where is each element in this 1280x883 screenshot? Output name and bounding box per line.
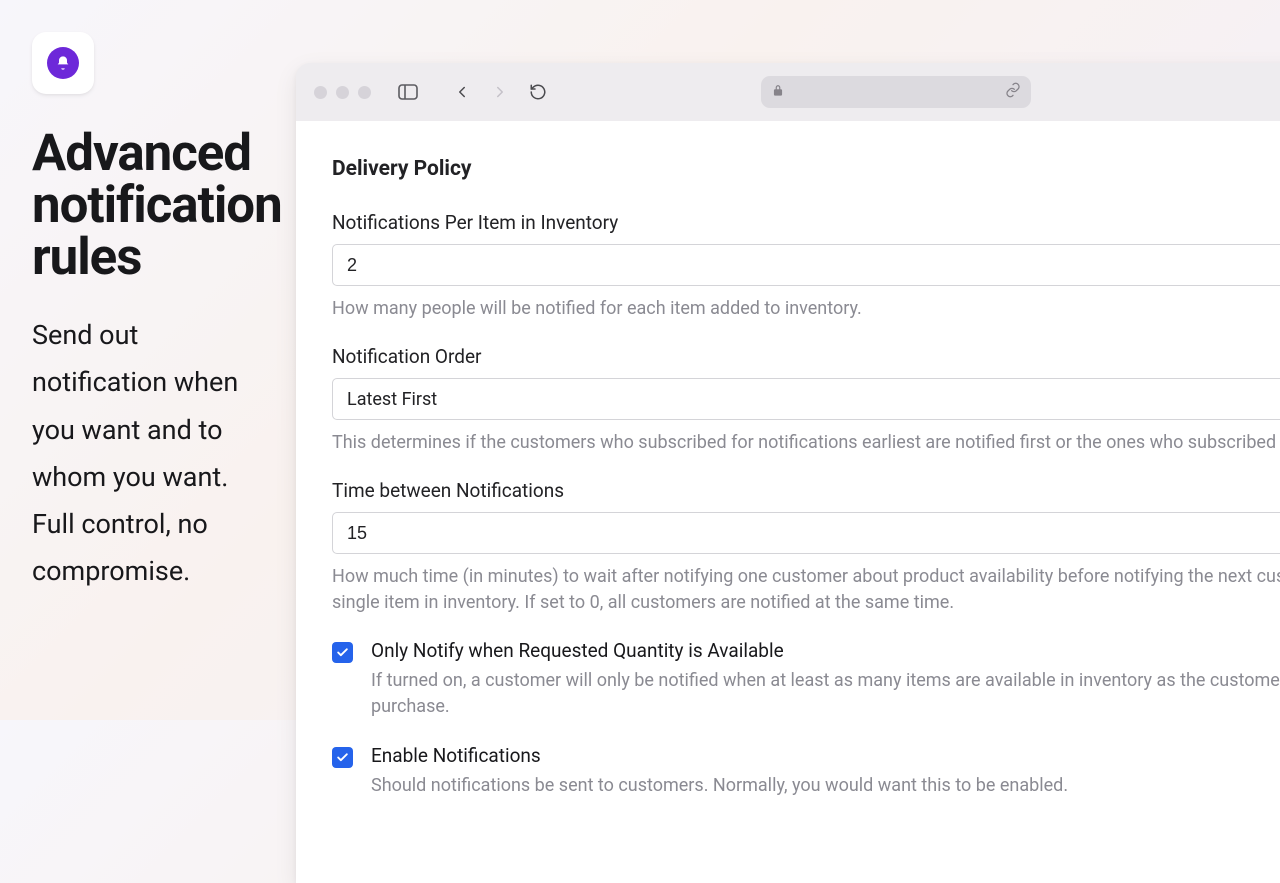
zoom-dot[interactable] [358,86,371,99]
field-interval: Time between Notifications minute(s) How… [332,479,1280,614]
traffic-lights[interactable] [314,86,371,99]
close-dot[interactable] [314,86,327,99]
enable-row: Enable Notifications Should notification… [332,744,1280,799]
sidebar-toggle-icon[interactable] [393,77,423,107]
section-title: Delivery Policy [332,157,1280,181]
hero-panel: Advanced notification rules Send out not… [32,32,272,596]
reload-icon[interactable] [523,77,553,107]
back-icon[interactable] [447,77,477,107]
minimize-dot[interactable] [336,86,349,99]
per-item-label: Notifications Per Item in Inventory [332,211,1280,234]
order-value: Latest First [347,389,1280,410]
only-quantity-checkbox[interactable] [332,642,353,663]
per-item-help: How many people will be notified for eac… [332,296,1280,321]
only-quantity-label: Only Notify when Requested Quantity is A… [371,639,1280,662]
only-quantity-row: Only Notify when Requested Quantity is A… [332,639,1280,720]
interval-help: How much time (in minutes) to wait after… [332,564,1280,614]
browser-toolbar [296,63,1280,121]
app-icon-tile [32,32,94,94]
settings-form: Delivery Policy Notifications Per Item i… [296,121,1280,883]
hero-subtitle: Send out notification when you want and … [32,312,272,596]
address-bar[interactable] [761,76,1031,108]
interval-input[interactable] [347,523,1280,544]
interval-label: Time between Notifications [332,479,1280,502]
enable-label: Enable Notifications [371,744,1280,767]
field-order: Notification Order Latest First This det… [332,345,1280,455]
lock-icon [771,83,785,102]
only-quantity-help: If turned on, a customer will only be no… [371,668,1280,720]
field-per-item: Notifications Per Item in Inventory How … [332,211,1280,321]
per-item-input[interactable] [347,255,1280,276]
browser-window: Delivery Policy Notifications Per Item i… [296,63,1280,883]
order-select[interactable]: Latest First [332,378,1280,420]
interval-input-wrap[interactable]: minute(s) [332,512,1280,554]
bell-icon [47,47,79,79]
hero-title: Advanced notification rules [32,128,272,284]
enable-checkbox[interactable] [332,747,353,768]
order-help: This determines if the customers who sub… [332,430,1280,455]
enable-help: Should notifications be sent to customer… [371,773,1280,799]
link-icon [1005,82,1021,102]
order-label: Notification Order [332,345,1280,368]
forward-icon [485,77,515,107]
per-item-input-wrap[interactable] [332,244,1280,286]
